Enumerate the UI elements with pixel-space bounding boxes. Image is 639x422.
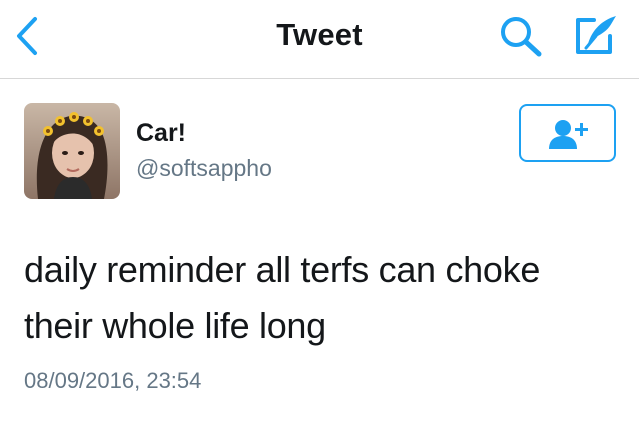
- add-user-icon: [549, 120, 588, 149]
- avatar-photo: [24, 103, 120, 199]
- avatar[interactable]: [24, 103, 120, 199]
- tweet-timestamp: 08/09/2016, 23:54: [24, 368, 202, 393]
- navigation-bar: Tweet: [0, 0, 639, 79]
- author-name[interactable]: Car!: [136, 119, 186, 148]
- follow-button[interactable]: [519, 104, 616, 162]
- tweet-text: daily reminder all terfs can choke their…: [24, 249, 541, 346]
- compose-button[interactable]: [570, 12, 620, 60]
- search-icon: [501, 17, 542, 57]
- author-handle[interactable]: @softsappho: [136, 155, 272, 182]
- compose-icon: [576, 16, 616, 54]
- search-button[interactable]: [496, 13, 546, 59]
